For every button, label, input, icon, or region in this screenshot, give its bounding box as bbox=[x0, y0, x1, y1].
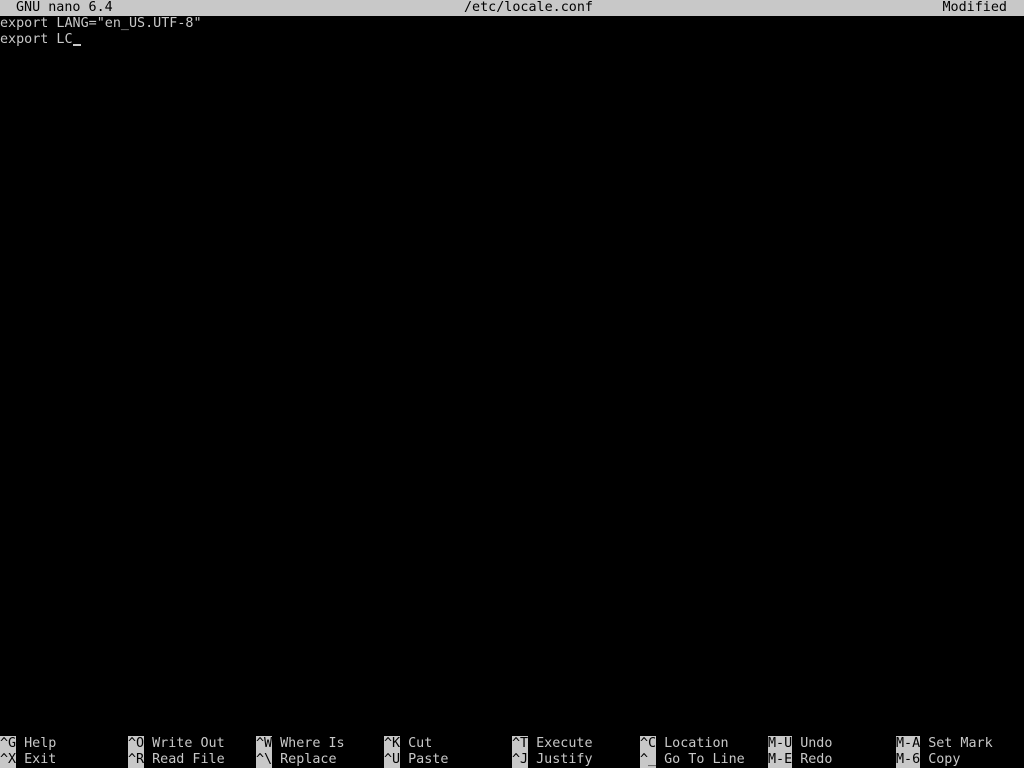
shortcut-label: Replace bbox=[280, 752, 337, 767]
editor-line[interactable]: export LANG="en_US.UTF-8" bbox=[0, 16, 202, 32]
shortcut-copy[interactable]: M-6 Copy bbox=[896, 752, 960, 768]
shortcut-key: ^U bbox=[384, 752, 401, 768]
shortcut-label: Help bbox=[24, 736, 57, 751]
shortcut-key: ^J bbox=[512, 752, 529, 768]
shortcut-key: ^G bbox=[0, 736, 17, 752]
shortcut-key: ^\ bbox=[256, 752, 273, 768]
shortcut-read-file[interactable]: ^R Read File bbox=[128, 752, 225, 768]
shortcut-key: ^R bbox=[128, 752, 145, 768]
shortcut-key: ^O bbox=[128, 736, 145, 752]
editor-line-text: export LANG="en_US.UTF-8" bbox=[0, 16, 202, 31]
shortcut-key: M-U bbox=[768, 736, 793, 752]
shortcut-replace[interactable]: ^\ Replace bbox=[256, 752, 337, 768]
file-name: /etc/locale.conf bbox=[464, 0, 593, 15]
editor-line[interactable]: export LC bbox=[0, 32, 81, 48]
shortcut-justify[interactable]: ^J Justify bbox=[512, 752, 593, 768]
shortcut-key: M-E bbox=[768, 752, 793, 768]
shortcut-paste[interactable]: ^U Paste bbox=[384, 752, 448, 768]
shortcut-label: Undo bbox=[800, 736, 833, 751]
shortcut-where-is[interactable]: ^W Where Is bbox=[256, 736, 345, 752]
shortcut-key: ^X bbox=[0, 752, 17, 768]
shortcut-undo[interactable]: M-U Undo bbox=[768, 736, 832, 752]
shortcut-label: Read File bbox=[152, 752, 225, 767]
shortcut-label: Location bbox=[664, 736, 729, 751]
text-cursor bbox=[72, 32, 81, 48]
shortcut-redo[interactable]: M-E Redo bbox=[768, 752, 832, 768]
shortcut-label: Go To Line bbox=[664, 752, 745, 767]
shortcut-go-to-line[interactable]: ^_ Go To Line bbox=[640, 752, 745, 768]
shortcut-label: Execute bbox=[536, 736, 593, 751]
shortcut-label: Set Mark bbox=[928, 736, 993, 751]
shortcut-label: Where Is bbox=[280, 736, 345, 751]
shortcut-label: Justify bbox=[536, 752, 593, 767]
shortcut-key: ^C bbox=[640, 736, 657, 752]
shortcut-write-out[interactable]: ^O Write Out bbox=[128, 736, 225, 752]
shortcut-help[interactable]: ^G Help bbox=[0, 736, 56, 752]
shortcut-key: ^T bbox=[512, 736, 529, 752]
shortcut-key: M-6 bbox=[896, 752, 921, 768]
modified-status: Modified bbox=[942, 0, 1008, 15]
app-version: GNU nano 6.4 bbox=[16, 0, 113, 15]
shortcut-execute[interactable]: ^T Execute bbox=[512, 736, 593, 752]
shortcut-label: Write Out bbox=[152, 736, 225, 751]
shortcut-help-bar: ^G Help ^O Write Out ^W Where Is ^K Cut ^T Ex… bbox=[0, 736, 1024, 768]
shortcut-label: Exit bbox=[24, 752, 57, 767]
shortcut-key: ^K bbox=[384, 736, 401, 752]
shortcut-label: Paste bbox=[408, 752, 449, 767]
shortcut-label: Redo bbox=[800, 752, 833, 767]
nano-title-bar: GNU nano 6.4 /etc/locale.conf Modified bbox=[0, 0, 1024, 16]
shortcut-label: Cut bbox=[408, 736, 433, 751]
editor-line-text: export LC bbox=[0, 32, 73, 47]
shortcut-set-mark[interactable]: M-A Set Mark bbox=[896, 736, 993, 752]
shortcut-exit[interactable]: ^X Exit bbox=[0, 752, 56, 768]
text-editor-area[interactable]: export LANG="en_US.UTF-8" export LC bbox=[0, 16, 1024, 734]
shortcut-label: Copy bbox=[928, 752, 961, 767]
shortcut-key: M-A bbox=[896, 736, 921, 752]
shortcut-key: ^_ bbox=[640, 752, 657, 768]
shortcut-key: ^W bbox=[256, 736, 273, 752]
terminal-window[interactable]: GNU nano 6.4 /etc/locale.conf Modified e… bbox=[0, 0, 1024, 768]
shortcut-cut[interactable]: ^K Cut bbox=[384, 736, 432, 752]
shortcut-location[interactable]: ^C Location bbox=[640, 736, 729, 752]
